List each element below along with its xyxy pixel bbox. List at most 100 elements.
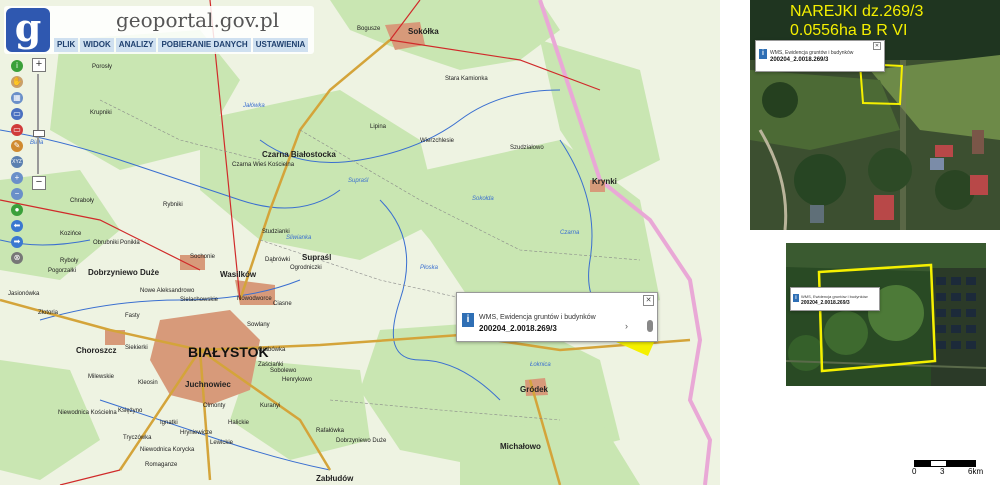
place-label: Sokółka (408, 27, 439, 36)
place-label: Romaganze (145, 462, 178, 468)
menu-plik[interactable]: PLIK (54, 38, 79, 52)
scale-bar: 0 3 6km (910, 458, 990, 478)
place-label: Ponikła (120, 240, 140, 246)
menu-ustawienia[interactable]: USTAWIENIA (252, 38, 309, 52)
aerial-image-bottom (786, 243, 986, 386)
info-icon[interactable]: i (11, 60, 23, 72)
place-label: Choroszcz (76, 346, 117, 355)
chevron-right-icon[interactable]: › (625, 321, 628, 331)
river-label: Łoknica (530, 362, 551, 368)
popup-parcel-id[interactable]: 200204_2.0018.269/3 (479, 324, 557, 333)
place-label: Złotoria (38, 310, 59, 316)
place-label: Henrykowo (282, 377, 313, 383)
place-label: Supraśl (302, 253, 332, 262)
place-label: Sielachowskie (180, 297, 219, 303)
feature-info-popup: i WMS, Ewidencja gruntów i budynków 2002… (456, 292, 658, 342)
popup-layer-name: WMS, Ewidencja gruntów i budynków (479, 314, 596, 321)
zoom-thumb[interactable] (33, 130, 45, 137)
full-extent-icon[interactable]: ⊗ (11, 252, 23, 264)
place-label: Obrubniki (93, 240, 119, 246)
place-label: Sowlany (247, 322, 270, 328)
place-label: Sochonie (190, 254, 216, 260)
place-label: Lipina (370, 124, 387, 130)
arrow-forward-icon[interactable]: ➡ (11, 236, 23, 248)
place-label: Nowodworce (237, 296, 272, 302)
river-label: Czarna (560, 230, 580, 236)
place-label: Halickie (228, 420, 250, 426)
scale-segment (930, 460, 947, 467)
globe-icon[interactable]: ● (11, 204, 23, 216)
place-label: Sobolewo (270, 368, 297, 374)
popup-parcel-id[interactable]: 200204_2.0018.269/3 (770, 57, 828, 63)
place-label: Rybniki (163, 202, 183, 208)
main-menu: PLIK WIDOK ANALIZY POBIERANIE DANYCH UST… (54, 38, 309, 52)
place-label: Juchnowiec (185, 380, 231, 389)
scale-label: 3 (940, 467, 945, 476)
place-label: Kleosin (138, 380, 158, 386)
map-view[interactable]: Bogusze Sokółka Stara Kamionka Lipina Wi… (0, 0, 720, 485)
popup-parcel-id[interactable]: 200204_2.0018.269/3 (801, 300, 850, 306)
hand-pan-icon[interactable]: ✋ (11, 76, 23, 88)
select-rectangle-icon[interactable]: ▭ (11, 108, 23, 120)
table-icon[interactable]: ▦ (11, 92, 23, 104)
xyz-coordinates-icon[interactable]: XYZ (11, 156, 23, 168)
place-label: Ogrodniczki (290, 265, 322, 271)
feature-info-popup-small: i WMS, Ewidencja gruntów i budynków 2002… (755, 40, 885, 72)
scale-label: 0 (912, 467, 917, 476)
place-label: Krupniki (90, 110, 112, 116)
place-label: Kuranyi (260, 403, 281, 409)
zoom-track[interactable] (37, 74, 39, 174)
place-label: Ciasne (273, 301, 292, 307)
scale-segment (946, 460, 976, 467)
menu-analizy[interactable]: ANALIZY (115, 38, 157, 52)
delete-selection-icon[interactable]: ▭ (11, 124, 23, 136)
zoom-out-icon[interactable]: − (11, 188, 23, 200)
river-label: Płoska (420, 265, 439, 271)
place-label: Lewickie (210, 440, 234, 446)
menu-widok[interactable]: WIDOK (80, 38, 114, 52)
place-label: Niewodnica Kościelna (58, 410, 117, 416)
draw-pencil-icon[interactable]: ✎ (11, 140, 23, 152)
place-label: Zabłudów (316, 474, 354, 483)
place-label: Chraboły (70, 198, 95, 204)
place-label: Gródek (520, 385, 549, 394)
place-label: Olmonty (203, 403, 226, 409)
aerial-photo-top: NAREJKI dz.269/3 0.0556ha B R VI i WMS, … (750, 0, 1000, 230)
geoportal-logo[interactable]: g (6, 8, 50, 52)
info-icon: i (462, 313, 474, 327)
place-label: Niewodnica Korycka (140, 447, 195, 453)
place-label: Bogusze (357, 26, 381, 32)
popup-close-button[interactable]: ✕ (873, 42, 881, 50)
zoom-out-button[interactable]: − (32, 176, 46, 190)
popup-layer-name: WMS, Ewidencja gruntów i budynków (770, 50, 854, 56)
menu-pobieranie-danych[interactable]: POBIERANIE DANYCH (158, 38, 251, 52)
place-label: Ignatki (160, 420, 178, 426)
place-label: Nowe Aleksandrowo (140, 288, 195, 294)
scale-segment (914, 460, 931, 467)
place-label: Księżyno (118, 408, 143, 414)
aerial-photo-bottom: i WMS, Ewidencja gruntów i budynków 2002… (786, 243, 986, 386)
info-icon: i (793, 294, 799, 302)
place-label: Ryboły (60, 258, 79, 264)
zoom-slider[interactable]: + − (32, 58, 46, 190)
place-label: Porosły (92, 64, 113, 70)
tool-column: i ✋ ▦ ▭ ▭ ✎ XYZ + − ● ⬅ ➡ ⊗ (11, 60, 25, 264)
place-label: Milewskie (88, 374, 115, 380)
place-label: Dąbrówki (265, 257, 291, 263)
popup-layer-name: WMS, Ewidencja gruntów i budynków (801, 294, 868, 299)
city-label-bialystok: BIAŁYSTOK (188, 344, 269, 360)
popup-scrollbar[interactable] (647, 320, 653, 332)
feature-info-popup-small: i WMS, Ewidencja gruntów i budynków 2002… (790, 287, 880, 311)
place-label: Czarna Białostocka (262, 150, 336, 159)
zoom-in-button[interactable]: + (32, 58, 46, 72)
place-label: Krynki (592, 177, 617, 186)
place-label: Grabówka (258, 347, 286, 353)
popup-close-button[interactable]: ✕ (643, 295, 654, 306)
place-label: Hryniewicze (180, 430, 213, 436)
parcel-caption: NAREJKI dz.269/3 0.0556ha B R VI (790, 2, 923, 40)
zoom-in-icon[interactable]: + (11, 172, 23, 184)
arrow-back-icon[interactable]: ⬅ (11, 220, 23, 232)
place-label: Wasilków (220, 270, 257, 279)
place-label: Tryczówka (123, 435, 152, 441)
place-label: Kozińce (60, 231, 82, 237)
